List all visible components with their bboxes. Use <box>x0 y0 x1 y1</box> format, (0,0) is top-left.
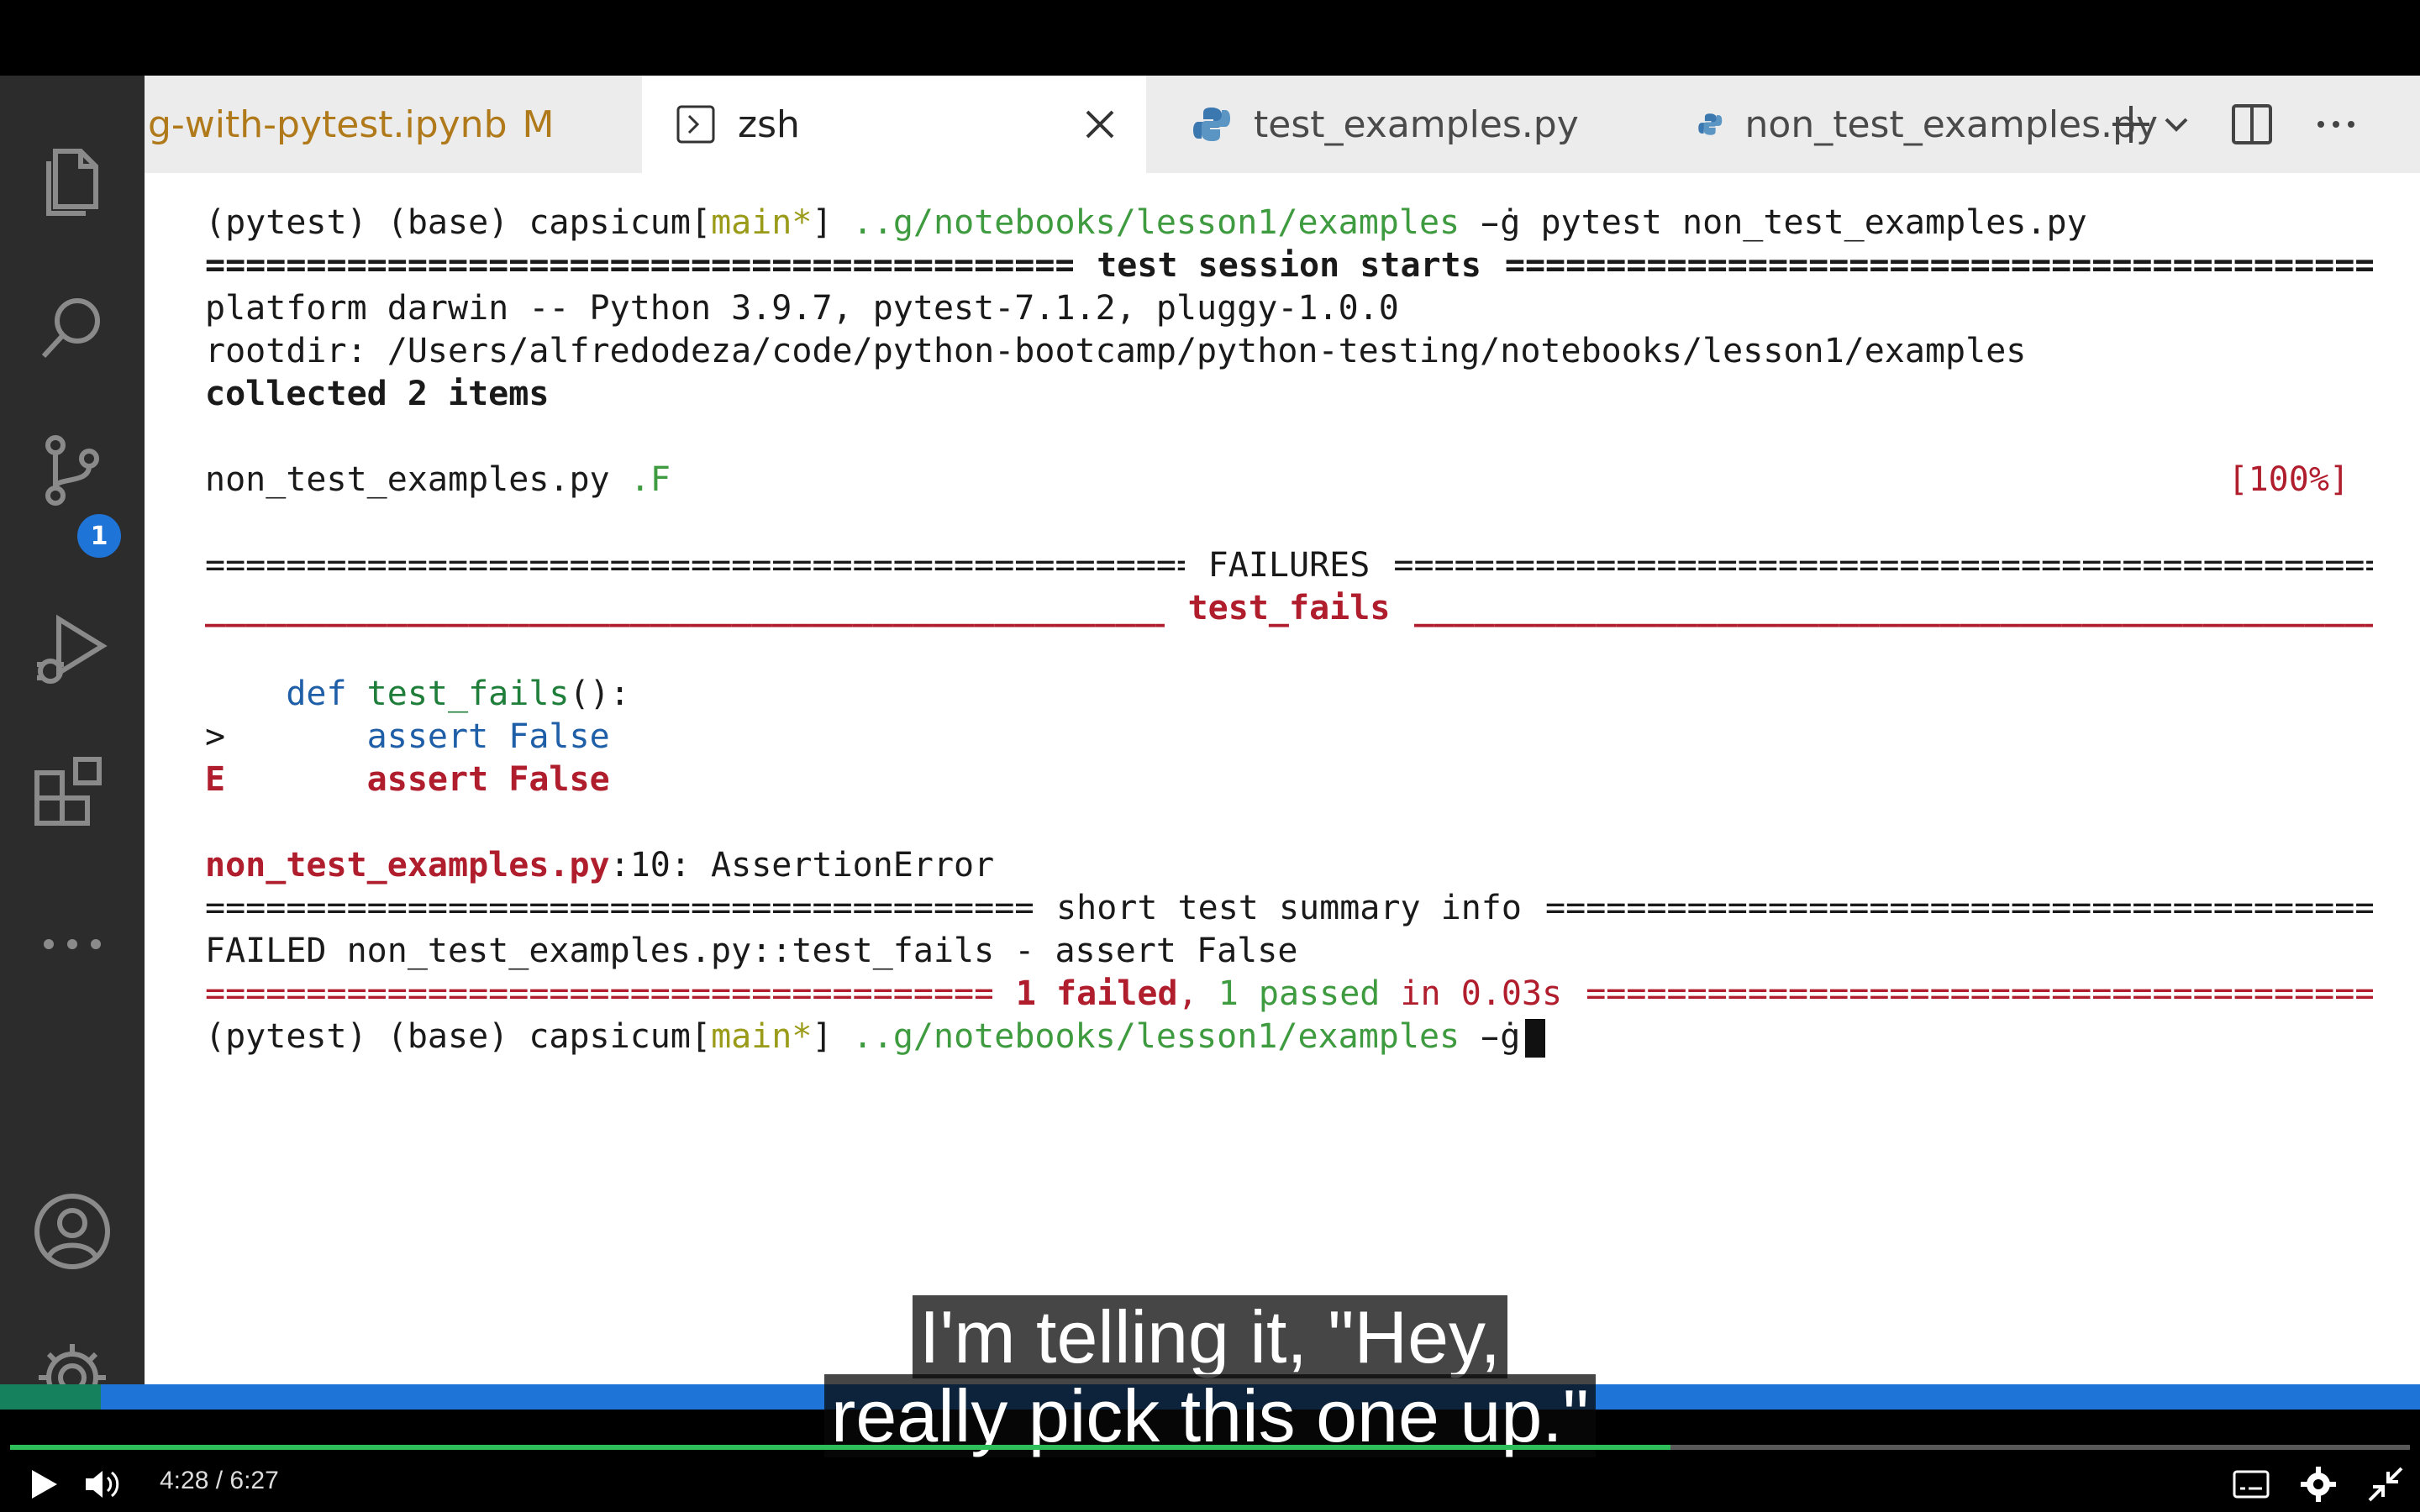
run-debug-icon[interactable] <box>30 609 114 693</box>
progress-bar[interactable] <box>10 1445 2410 1450</box>
source-control-badge: 1 <box>74 511 124 561</box>
tab-zsh[interactable]: zsh <box>642 76 1146 173</box>
subtitle-line-1: I'm telling it, "Hey, <box>913 1295 1507 1378</box>
terminal-cursor <box>1525 1019 1546 1058</box>
tab-label: g-with-pytest.ipynb <box>148 102 508 146</box>
settings-icon[interactable] <box>2297 1463 2339 1505</box>
test-fails-header: ________________________________________… <box>205 589 2373 627</box>
extensions-icon[interactable] <box>30 754 114 838</box>
source-control-icon[interactable] <box>30 428 114 512</box>
command: pytest non_test_examples.py <box>1540 203 2087 242</box>
prompt-line: (pytest) (base) capsicum[main*] ..g/note… <box>205 203 2087 242</box>
duration: 6:27 <box>229 1467 279 1494</box>
captions-icon[interactable] <box>2230 1463 2272 1505</box>
tab-label: zsh <box>738 102 800 146</box>
vscode-window: 1 g-with-pytest.ipynb M zsh test_example… <box>0 76 2420 1410</box>
percent-label: [100%] <box>2228 460 2350 499</box>
split-editor-icon[interactable] <box>2227 99 2277 150</box>
code-assert-line: > assert False <box>205 717 610 756</box>
chevron-down-icon[interactable] <box>2160 99 2193 150</box>
terminal-panel[interactable]: (pytest) (base) capsicum[main*] ..g/note… <box>205 202 2373 1058</box>
play-icon[interactable] <box>22 1463 64 1505</box>
assertion-error-line: non_test_examples.py:10: AssertionError <box>205 846 995 885</box>
result-line: non_test_examples.py .F [100%] <box>205 459 2373 501</box>
more-actions-icon[interactable] <box>2311 99 2361 150</box>
failed-line: FAILED non_test_examples.py::test_fails … <box>205 932 1298 970</box>
error-assert-line: E assert False <box>205 760 610 799</box>
prompt-line: (pytest) (base) capsicum[main*] ..g/note… <box>205 1016 2373 1058</box>
tab-test-examples[interactable]: test_examples.py <box>1148 76 1652 173</box>
rootdir-line: rootdir: /Users/alfredodeza/code/python-… <box>205 332 2027 370</box>
search-icon[interactable] <box>30 286 114 370</box>
progress-fill <box>10 1445 1671 1450</box>
collected-line: collected 2 items <box>205 375 550 413</box>
account-icon[interactable] <box>30 1189 114 1273</box>
tab-actions <box>2101 76 2420 173</box>
tab-bar: g-with-pytest.ipynb M zsh test_examples.… <box>145 76 2420 173</box>
tab-label: test_examples.py <box>1254 102 1579 146</box>
tab-label: non_test_examples.py <box>1744 102 2158 146</box>
volume-icon[interactable] <box>81 1463 123 1505</box>
activity-bar: 1 <box>0 76 145 1410</box>
tab-non-test-examples[interactable]: non_test_examples.py <box>1654 76 2158 173</box>
session-header: ========================================… <box>205 246 2373 285</box>
close-icon[interactable] <box>1079 103 1121 145</box>
code-def-line: def test_fails(): <box>205 675 630 713</box>
exit-fullscreen-icon[interactable] <box>2365 1463 2407 1505</box>
new-terminal-icon[interactable] <box>2106 99 2156 150</box>
more-icon[interactable] <box>30 902 114 986</box>
failures-header: ========================================… <box>205 546 2373 585</box>
subtitles: I'm telling it, "Hey, really pick this o… <box>0 1295 2420 1457</box>
tab-notebook[interactable]: g-with-pytest.ipynb M <box>145 76 640 173</box>
video-player[interactable]: 1 g-with-pytest.ipynb M zsh test_example… <box>0 0 2420 1512</box>
python-icon <box>1697 104 1723 144</box>
final-summary-line: ========================================… <box>205 974 2373 1013</box>
summary-header: ========================================… <box>205 889 2373 927</box>
platform-line: platform darwin -- Python 3.9.7, pytest-… <box>205 289 1399 328</box>
current-time: 4:28 <box>160 1467 209 1494</box>
modified-badge: M <box>522 102 555 146</box>
player-controls: 4:28 / 6:27 <box>0 1453 2420 1512</box>
explorer-icon[interactable] <box>30 134 114 218</box>
terminal-icon <box>676 104 716 144</box>
timecode: 4:28 / 6:27 <box>160 1467 279 1494</box>
python-icon <box>1192 104 1232 144</box>
